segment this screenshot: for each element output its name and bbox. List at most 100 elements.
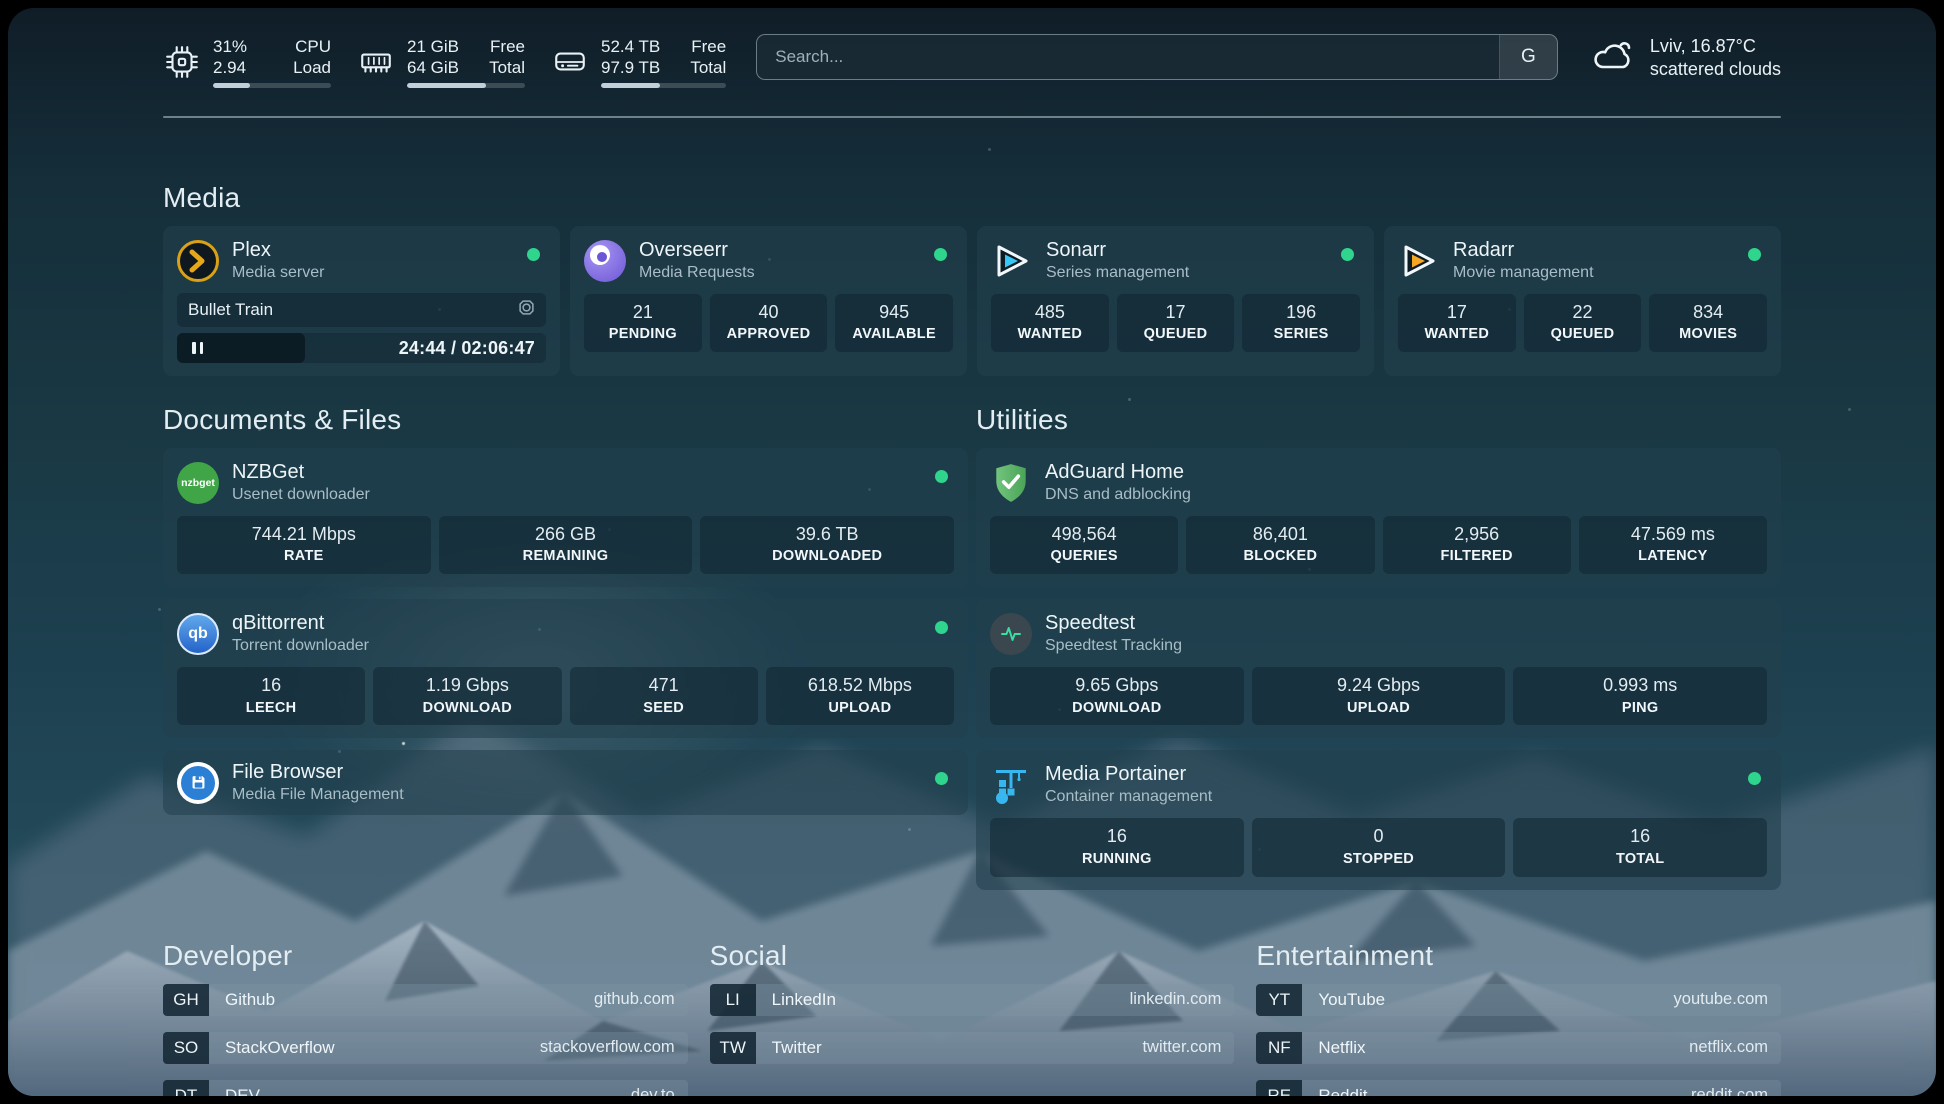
memory-total-label: Total [489, 58, 525, 77]
status-dot [1341, 248, 1354, 261]
bookmark-netflix[interactable]: NF Netflix netflix.com [1256, 1032, 1781, 1064]
bookmark-url: twitter.com [1142, 1032, 1234, 1064]
stat-box: 834 MOVIES [1649, 294, 1767, 352]
now-playing-row: Bullet Train [177, 293, 546, 327]
memory-progressbar [407, 83, 525, 88]
search-provider-button[interactable]: G [1499, 35, 1557, 79]
snow-specks [8, 8, 11, 11]
section-title-social: Social [710, 940, 1235, 972]
bookmark-group-developer: Developer GH Github github.com SO StackO… [163, 940, 688, 1096]
stat-box: 2,956 FILTERED [1383, 516, 1571, 574]
disk-free: 52.4 TB [601, 37, 660, 56]
stat-box: 618.52 Mbps UPLOAD [766, 667, 954, 725]
service-title: AdGuard Home [1045, 461, 1191, 484]
service-title: qBittorrent [232, 612, 369, 635]
speedtest-icon [990, 613, 1032, 655]
bookmark-url: github.com [594, 984, 688, 1016]
bookmark-url: reddit.com [1691, 1080, 1781, 1096]
service-card-plex[interactable]: Plex Media server Bullet Train [163, 226, 560, 376]
homepage-dashboard: 31% 2.94 CPU Load [8, 8, 1936, 1096]
memory-free-label: Free [490, 37, 525, 56]
bookmark-url: stackoverflow.com [540, 1032, 688, 1064]
stat-box: 945 AVAILABLE [835, 294, 953, 352]
status-dot [934, 248, 947, 261]
bookmark-name: YouTube [1302, 984, 1673, 1016]
bookmark-group-entertainment: Entertainment YT YouTube youtube.com NF … [1256, 940, 1781, 1096]
bookmark-abbr: TW [710, 1032, 756, 1064]
stat-box: 47.569 ms LATENCY [1579, 516, 1767, 574]
bookmark-stackoverflow[interactable]: SO StackOverflow stackoverflow.com [163, 1032, 688, 1064]
stat-box: 471 SEED [570, 667, 758, 725]
header-divider [163, 116, 1781, 118]
service-card-qbittorrent[interactable]: qb qBittorrent Torrent downloader 16 LEE… [163, 599, 968, 738]
stat-box: 0 STOPPED [1252, 818, 1506, 876]
service-title: NZBGet [232, 461, 370, 484]
stat-box: 196 SERIES [1242, 294, 1360, 352]
bookmark-name: Netflix [1302, 1032, 1689, 1064]
qbittorrent-icon: qb [177, 613, 219, 655]
service-title: Plex [232, 239, 324, 262]
bookmark-linkedin[interactable]: LI LinkedIn linkedin.com [710, 984, 1235, 1016]
bookmark-url: netflix.com [1689, 1032, 1781, 1064]
service-card-adguard[interactable]: AdGuard Home DNS and adblocking 498,564 … [976, 448, 1781, 587]
service-description: Speedtest Tracking [1045, 637, 1182, 655]
search-input[interactable] [757, 35, 1499, 79]
memory-free: 21 GiB [407, 37, 459, 56]
cpu-progressbar [213, 83, 331, 88]
stat-box: 16 TOTAL [1513, 818, 1767, 876]
bookmark-url: dev.to [631, 1080, 688, 1096]
service-title: File Browser [232, 761, 404, 784]
stat-box: 744.21 Mbps RATE [177, 516, 431, 574]
bookmark-abbr: RE [1256, 1080, 1302, 1096]
bookmark-name: LinkedIn [756, 984, 1130, 1016]
section-title-developer: Developer [163, 940, 688, 972]
bookmark-abbr: YT [1256, 984, 1302, 1016]
bookmark-abbr: GH [163, 984, 209, 1016]
service-description: Torrent downloader [232, 637, 369, 655]
radarr-icon [1398, 240, 1440, 282]
stat-box: 17 QUEUED [1117, 294, 1235, 352]
bookmark-name: DEV [209, 1080, 631, 1096]
bookmark-twitter[interactable]: TW Twitter twitter.com [710, 1032, 1235, 1064]
memory-icon [357, 43, 395, 81]
stat-box: 9.24 Gbps UPLOAD [1252, 667, 1506, 725]
portainer-icon [990, 764, 1032, 806]
service-card-overseerr[interactable]: Overseerr Media Requests 21 PENDING 40 A… [570, 226, 967, 376]
playback-bar: 24:44 / 02:06:47 [177, 333, 546, 363]
section-title-utilities: Utilities [976, 404, 1781, 436]
stat-box: 16 RUNNING [990, 818, 1244, 876]
bookmark-abbr: LI [710, 984, 756, 1016]
cpu-load-label: Load [293, 58, 331, 77]
service-card-speedtest[interactable]: Speedtest Speedtest Tracking 9.65 Gbps D… [976, 599, 1781, 738]
memory-widget: 21 GiB 64 GiB Free Total [357, 36, 525, 89]
service-description: Movie management [1453, 264, 1594, 282]
service-description: Media Requests [639, 264, 755, 282]
stat-box: 40 APPROVED [710, 294, 828, 352]
bookmark-dev[interactable]: DT DEV dev.to [163, 1080, 688, 1096]
bookmark-abbr: SO [163, 1032, 209, 1064]
bookmark-url: youtube.com [1674, 984, 1781, 1016]
overseerr-icon [584, 240, 626, 282]
service-description: Media File Management [232, 786, 404, 804]
bookmark-abbr: DT [163, 1080, 209, 1096]
playback-time: 24:44 / 02:06:47 [399, 338, 535, 359]
section-title-media: Media [163, 182, 1781, 214]
top-bar: 31% 2.94 CPU Load [163, 34, 1781, 90]
service-card-nzbget[interactable]: nzbget NZBGet Usenet downloader 744.21 M… [163, 448, 968, 587]
service-title: Overseerr [639, 239, 755, 262]
stat-box: 86,401 BLOCKED [1186, 516, 1374, 574]
service-card-filebrowser[interactable]: File Browser Media File Management [163, 750, 968, 815]
bookmark-reddit[interactable]: RE Reddit reddit.com [1256, 1080, 1781, 1096]
status-dot [527, 248, 540, 261]
bookmark-github[interactable]: GH Github github.com [163, 984, 688, 1016]
status-dot [1748, 772, 1761, 785]
bookmark-name: Twitter [756, 1032, 1143, 1064]
service-card-portainer[interactable]: Media Portainer Container management 16 … [976, 750, 1781, 889]
service-card-sonarr[interactable]: Sonarr Series management 485 WANTED 17 Q… [977, 226, 1374, 376]
bookmark-name: Reddit [1302, 1080, 1691, 1096]
bookmark-youtube[interactable]: YT YouTube youtube.com [1256, 984, 1781, 1016]
stat-box: 39.6 TB DOWNLOADED [700, 516, 954, 574]
memory-total: 64 GiB [407, 58, 459, 77]
service-title: Sonarr [1046, 239, 1189, 262]
service-card-radarr[interactable]: Radarr Movie management 17 WANTED 22 QUE… [1384, 226, 1781, 376]
